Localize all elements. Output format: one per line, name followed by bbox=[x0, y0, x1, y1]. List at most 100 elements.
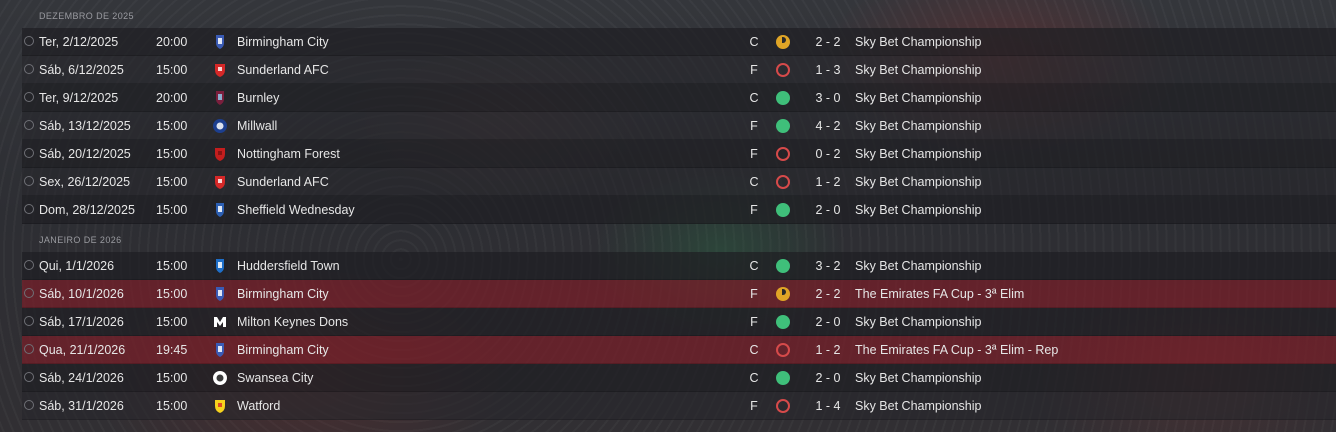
competition-name[interactable]: Sky Bet Championship bbox=[855, 168, 981, 196]
opponent-team[interactable]: Birmingham City bbox=[237, 280, 329, 308]
select-radio[interactable] bbox=[24, 64, 34, 74]
select-radio[interactable] bbox=[24, 148, 34, 158]
match-score[interactable]: 2 - 2 bbox=[808, 280, 848, 308]
match-score[interactable]: 1 - 4 bbox=[808, 392, 848, 420]
competition-name[interactable]: Sky Bet Championship bbox=[855, 112, 981, 140]
opponent-team[interactable]: Birmingham City bbox=[237, 28, 329, 56]
match-time: 15:00 bbox=[156, 147, 188, 161]
fixture-row[interactable]: Sáb, 6/12/2025 15:00 Sunderland AFC F 1 … bbox=[22, 56, 1336, 84]
match-score[interactable]: 3 - 0 bbox=[808, 84, 848, 112]
select-radio[interactable] bbox=[24, 400, 34, 410]
match-score[interactable]: 2 - 0 bbox=[808, 196, 848, 224]
match-date: Ter, 9/12/2025 bbox=[39, 91, 119, 105]
select-radio[interactable] bbox=[24, 36, 34, 46]
match-score[interactable]: 2 - 0 bbox=[808, 308, 848, 336]
opponent-team[interactable]: Sunderland AFC bbox=[237, 56, 329, 84]
select-radio[interactable] bbox=[24, 288, 34, 298]
huddersfield-crest-icon bbox=[216, 259, 224, 273]
match-date: Qua, 21/1/2026 bbox=[39, 343, 126, 357]
mk-dons-crest-icon bbox=[214, 317, 226, 327]
opponent-team[interactable]: Millwall bbox=[237, 112, 277, 140]
competition-name[interactable]: Sky Bet Championship bbox=[855, 252, 981, 280]
fixture-row[interactable]: Qua, 21/1/2026 19:45 Birmingham City C 1… bbox=[22, 336, 1336, 364]
match-time: 20:00 bbox=[156, 91, 188, 105]
fixture-row[interactable]: Sáb, 10/1/2026 15:00 Birmingham City F 2… bbox=[22, 280, 1336, 308]
venue-indicator: F bbox=[750, 63, 758, 77]
venue-indicator: C bbox=[749, 259, 759, 273]
competition-name[interactable]: Sky Bet Championship bbox=[855, 308, 981, 336]
opponent-team[interactable]: Huddersfield Town bbox=[237, 252, 340, 280]
select-radio[interactable] bbox=[24, 120, 34, 130]
select-radio[interactable] bbox=[24, 176, 34, 186]
venue-indicator: C bbox=[749, 91, 759, 105]
select-radio[interactable] bbox=[24, 344, 34, 354]
match-date: Sex, 26/12/2025 bbox=[39, 175, 131, 189]
match-score[interactable]: 2 - 2 bbox=[808, 28, 848, 56]
match-score[interactable]: 1 - 3 bbox=[808, 56, 848, 84]
select-radio[interactable] bbox=[24, 260, 34, 270]
fixture-row[interactable]: Sáb, 31/1/2026 15:00 Watford F 1 - 4 Sky… bbox=[22, 392, 1336, 420]
competition-name[interactable]: Sky Bet Championship bbox=[855, 56, 981, 84]
fixture-row[interactable]: Sáb, 13/12/2025 15:00 Millwall F 4 - 2 S… bbox=[22, 112, 1336, 140]
match-time: 15:00 bbox=[156, 63, 188, 77]
competition-name[interactable]: Sky Bet Championship bbox=[855, 364, 981, 392]
competition-name[interactable]: Sky Bet Championship bbox=[855, 392, 981, 420]
match-time: 19:45 bbox=[156, 343, 188, 357]
result-loss-icon bbox=[776, 147, 790, 161]
match-date: Qui, 1/1/2026 bbox=[39, 259, 115, 273]
result-win-icon bbox=[776, 91, 790, 105]
month-header: JANEIRO DE 2026 bbox=[39, 235, 122, 245]
fixture-row[interactable]: Sex, 26/12/2025 15:00 Sunderland AFC C 1… bbox=[22, 168, 1336, 196]
fixture-row[interactable]: Dom, 28/12/2025 15:00 Sheffield Wednesda… bbox=[22, 196, 1336, 224]
competition-name[interactable]: Sky Bet Championship bbox=[855, 84, 981, 112]
match-score[interactable]: 3 - 2 bbox=[808, 252, 848, 280]
competition-name[interactable]: Sky Bet Championship bbox=[855, 140, 981, 168]
opponent-team[interactable]: Milton Keynes Dons bbox=[237, 308, 348, 336]
opponent-team[interactable]: Sheffield Wednesday bbox=[237, 196, 355, 224]
result-loss-icon bbox=[776, 343, 790, 357]
match-date: Ter, 2/12/2025 bbox=[39, 35, 119, 49]
venue-indicator: F bbox=[750, 287, 758, 301]
match-score[interactable]: 1 - 2 bbox=[808, 168, 848, 196]
venue-indicator: F bbox=[750, 119, 758, 133]
select-radio[interactable] bbox=[24, 372, 34, 382]
fixture-row[interactable]: Ter, 2/12/2025 20:00 Birmingham City C 2… bbox=[22, 28, 1336, 56]
opponent-team[interactable]: Sunderland AFC bbox=[237, 168, 329, 196]
venue-indicator: C bbox=[749, 343, 759, 357]
competition-name[interactable]: The Emirates FA Cup - 3ª Elim - Rep bbox=[855, 336, 1058, 364]
venue-indicator: F bbox=[750, 315, 758, 329]
venue-indicator: C bbox=[749, 175, 759, 189]
select-radio[interactable] bbox=[24, 92, 34, 102]
result-win-icon bbox=[776, 203, 790, 217]
match-score[interactable]: 1 - 2 bbox=[808, 336, 848, 364]
select-radio[interactable] bbox=[24, 316, 34, 326]
match-score[interactable]: 0 - 2 bbox=[808, 140, 848, 168]
opponent-team[interactable]: Watford bbox=[237, 392, 280, 420]
opponent-team[interactable]: Birmingham City bbox=[237, 336, 329, 364]
match-score[interactable]: 4 - 2 bbox=[808, 112, 848, 140]
opponent-team[interactable]: Swansea City bbox=[237, 364, 313, 392]
select-radio[interactable] bbox=[24, 204, 34, 214]
competition-name[interactable]: Sky Bet Championship bbox=[855, 196, 981, 224]
match-date: Sáb, 10/1/2026 bbox=[39, 287, 124, 301]
fixture-row[interactable]: Sáb, 20/12/2025 15:00 Nottingham Forest … bbox=[22, 140, 1336, 168]
match-date: Sáb, 13/12/2025 bbox=[39, 119, 131, 133]
fixture-row[interactable]: Qui, 1/1/2026 15:00 Huddersfield Town C … bbox=[22, 252, 1336, 280]
result-win-icon bbox=[776, 315, 790, 329]
match-time: 15:00 bbox=[156, 399, 188, 413]
competition-name[interactable]: Sky Bet Championship bbox=[855, 28, 981, 56]
competition-name[interactable]: The Emirates FA Cup - 3ª Elim bbox=[855, 280, 1024, 308]
match-time: 20:00 bbox=[156, 35, 188, 49]
match-date: Sáb, 17/1/2026 bbox=[39, 315, 124, 329]
fixture-row[interactable]: Sáb, 17/1/2026 15:00 Milton Keynes Dons … bbox=[22, 308, 1336, 336]
match-time: 15:00 bbox=[156, 287, 188, 301]
match-time: 15:00 bbox=[156, 119, 188, 133]
match-score[interactable]: 2 - 0 bbox=[808, 364, 848, 392]
fixtures-list: DEZEMBRO DE 2025 Ter, 2/12/2025 20:00 Bi… bbox=[22, 0, 1336, 432]
opponent-team[interactable]: Burnley bbox=[237, 84, 279, 112]
fixture-row[interactable]: Ter, 9/12/2025 20:00 Burnley C 3 - 0 Sky… bbox=[22, 84, 1336, 112]
fixture-row[interactable]: Sáb, 24/1/2026 15:00 Swansea City C 2 - … bbox=[22, 364, 1336, 392]
sunderland-crest-icon bbox=[215, 176, 225, 189]
opponent-team[interactable]: Nottingham Forest bbox=[237, 140, 340, 168]
match-date: Sáb, 6/12/2025 bbox=[39, 63, 124, 77]
